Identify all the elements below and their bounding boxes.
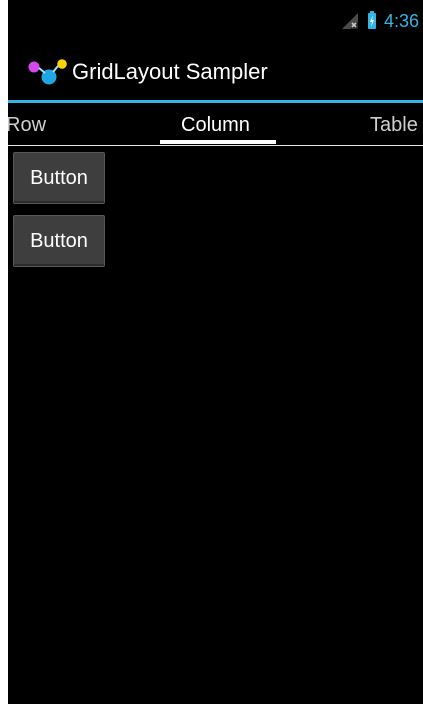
status-bar: 4:36: [8, 0, 423, 42]
left-edge-strip: [0, 0, 8, 704]
app-title: GridLayout Sampler: [72, 59, 268, 84]
tab-selected-indicator: [160, 140, 276, 144]
tab-table[interactable]: Table: [370, 103, 418, 145]
content-area: Button Button: [8, 146, 423, 704]
tab-column[interactable]: Column: [181, 103, 250, 145]
device-frame: 4:36 GridLayout Sampler Row Column Table: [0, 0, 423, 704]
status-right: 4:36: [340, 10, 419, 32]
tab-row[interactable]: Row: [8, 103, 46, 145]
battery-icon: [367, 11, 376, 29]
button-2[interactable]: Button: [13, 215, 105, 267]
status-time: 4:36: [383, 11, 419, 31]
button-1[interactable]: Button: [13, 152, 105, 204]
app-icon: [28, 59, 67, 85]
app-screen: 4:36 GridLayout Sampler Row Column Table: [8, 0, 423, 704]
signal-icon: [341, 13, 358, 29]
action-bar: GridLayout Sampler: [8, 42, 423, 100]
tab-strip: Row Column Table: [8, 103, 423, 145]
